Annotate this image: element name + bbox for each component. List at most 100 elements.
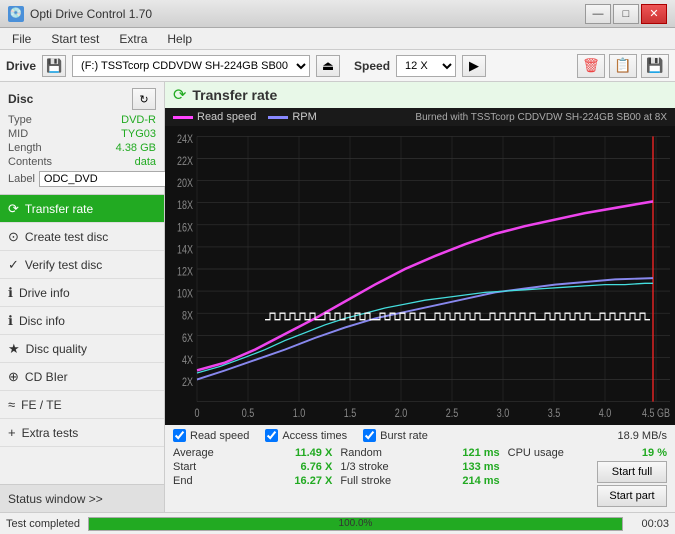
drive-eject-icon[interactable]: ⏏ [316, 55, 340, 77]
nav-fe-te-label: FE / TE [21, 398, 61, 412]
checkbox-access-times[interactable]: Access times [265, 429, 347, 442]
svg-text:8X: 8X [182, 311, 193, 323]
nav-transfer-rate-label: Transfer rate [25, 202, 93, 216]
stats-col3: CPU usage 19 % Start full Start part [508, 446, 667, 508]
nav-fe-te[interactable]: ≈ FE / TE [0, 391, 164, 419]
disc-label-label: Label [8, 173, 35, 185]
create-test-disc-icon: ⊙ [8, 229, 19, 245]
app-title: Opti Drive Control 1.70 [30, 7, 152, 21]
status-window-label: Status window >> [8, 492, 103, 506]
disc-length-value: 4.38 GB [116, 142, 156, 154]
nav-cd-bler[interactable]: ⊕ CD BIer [0, 363, 164, 391]
maximize-button[interactable]: □ [613, 4, 639, 24]
extra-tests-icon: + [8, 425, 16, 440]
title-buttons: — □ ✕ [585, 4, 667, 24]
verify-test-disc-icon: ✓ [8, 257, 19, 273]
disc-type-label: Type [8, 114, 32, 126]
burst-rate-checkbox[interactable] [363, 429, 376, 442]
speed-select[interactable]: 12 X [396, 55, 456, 77]
start-label: Start [173, 461, 196, 473]
transfer-rate-icon: ⟳ [8, 201, 19, 217]
chart-legend: Read speed RPM Burned with TSSTcorp CDDV… [165, 108, 675, 126]
menu-extra[interactable]: Extra [111, 30, 155, 48]
nav-drive-info-label: Drive info [19, 286, 70, 300]
svg-text:14X: 14X [177, 244, 193, 256]
disc-title: Disc [8, 92, 33, 106]
disc-length-row: Length 4.38 GB [8, 142, 156, 154]
checkbox-burst-rate-label: Burst rate [380, 430, 428, 442]
svg-text:3.0: 3.0 [497, 408, 510, 420]
checkbox-read-speed[interactable]: Read speed [173, 429, 249, 442]
status-text: Test completed [6, 518, 80, 530]
end-value: 16.27 X [287, 475, 332, 487]
svg-text:0: 0 [195, 408, 200, 420]
disc-contents-value: data [135, 156, 156, 168]
disc-label-row: Label ⚙ [8, 170, 156, 188]
menu-start-test[interactable]: Start test [43, 30, 107, 48]
end-label: End [173, 475, 193, 487]
menu-help[interactable]: Help [159, 30, 200, 48]
legend-rpm-label: RPM [292, 111, 316, 123]
title-bar: 💿 Opti Drive Control 1.70 — □ ✕ [0, 0, 675, 28]
nav-disc-quality[interactable]: ★ Disc quality [0, 335, 164, 363]
nav-extra-tests[interactable]: + Extra tests [0, 419, 164, 447]
chart-svg: 24X 22X 20X 18X 16X 14X 12X 10X 8X 6X 4X… [165, 126, 675, 425]
avg-row: Average 11.49 X [173, 446, 332, 460]
read-speed-checkbox[interactable] [173, 429, 186, 442]
start-part-button[interactable]: Start part [597, 485, 667, 507]
cpu-label: CPU usage [508, 447, 564, 459]
start-full-row: Start full [508, 460, 667, 484]
svg-text:18X: 18X [177, 200, 193, 212]
stats-grid: Average 11.49 X Start 6.76 X End 16.27 X [173, 446, 667, 508]
nav-verify-test-disc-label: Verify test disc [25, 258, 102, 272]
full-stroke-label: Full stroke [340, 475, 391, 487]
start-row: Start 6.76 X [173, 460, 332, 474]
svg-text:4X: 4X [182, 355, 193, 367]
access-times-checkbox[interactable] [265, 429, 278, 442]
speed-icon[interactable]: ▶ [462, 55, 486, 77]
disc-refresh-icon[interactable]: ↻ [132, 88, 156, 110]
nav-transfer-rate[interactable]: ⟳ Transfer rate [0, 195, 164, 223]
nav-create-test-disc[interactable]: ⊙ Create test disc [0, 223, 164, 251]
svg-text:22X: 22X [177, 156, 193, 168]
drive-bar: Drive 💾 (F:) TSSTcorp CDDVDW SH-224GB SB… [0, 50, 675, 82]
checkbox-burst-rate[interactable]: Burst rate [363, 429, 428, 442]
stroke-1-3-label: 1/3 stroke [340, 461, 388, 473]
nav-verify-test-disc[interactable]: ✓ Verify test disc [0, 251, 164, 279]
close-button[interactable]: ✕ [641, 4, 667, 24]
disc-mid-value: TYG03 [121, 128, 156, 140]
svg-text:0.5: 0.5 [242, 408, 255, 420]
random-row: Random 121 ms [340, 446, 499, 460]
menu-file[interactable]: File [4, 30, 39, 48]
chart-canvas: 24X 22X 20X 18X 16X 14X 12X 10X 8X 6X 4X… [165, 126, 675, 425]
stroke-1-3-row: 1/3 stroke 133 ms [340, 460, 499, 474]
drive-select[interactable]: (F:) TSSTcorp CDDVDW SH-224GB SB00 [72, 55, 310, 77]
svg-text:1.5: 1.5 [344, 408, 357, 420]
erase-icon[interactable]: 🗑 [577, 54, 605, 78]
rpm-color [268, 116, 288, 119]
copy-icon[interactable]: 📋 [609, 54, 637, 78]
disc-type-row: Type DVD-R [8, 114, 156, 126]
svg-text:2.5: 2.5 [446, 408, 459, 420]
svg-text:4.0: 4.0 [599, 408, 612, 420]
status-window-button[interactable]: Status window >> [0, 484, 164, 512]
nav-extra-tests-label: Extra tests [22, 426, 79, 440]
svg-text:2.0: 2.0 [395, 408, 408, 420]
svg-text:2X: 2X [182, 377, 193, 389]
disc-info-icon: ℹ [8, 313, 13, 329]
avg-value: 11.49 X [287, 447, 332, 459]
nav-drive-info[interactable]: ℹ Drive info [0, 279, 164, 307]
start-full-button[interactable]: Start full [597, 461, 667, 483]
disc-section: Disc ↻ Type DVD-R MID TYG03 Length 4.38 … [0, 82, 164, 195]
minimize-button[interactable]: — [585, 4, 611, 24]
nav-disc-info-label: Disc info [19, 314, 65, 328]
nav-disc-info[interactable]: ℹ Disc info [0, 307, 164, 335]
nav-cd-bler-label: CD BIer [25, 370, 68, 384]
nav-menu: ⟳ Transfer rate ⊙ Create test disc ✓ Ver… [0, 195, 164, 447]
sidebar: Disc ↻ Type DVD-R MID TYG03 Length 4.38 … [0, 82, 165, 512]
full-stroke-row: Full stroke 214 ms [340, 474, 499, 488]
svg-text:4.5 GB: 4.5 GB [642, 408, 670, 420]
save-icon[interactable]: 💾 [641, 54, 669, 78]
chart-area: ⟳ Transfer rate Read speed RPM Burned wi… [165, 82, 675, 512]
nav-create-test-disc-label: Create test disc [25, 230, 108, 244]
